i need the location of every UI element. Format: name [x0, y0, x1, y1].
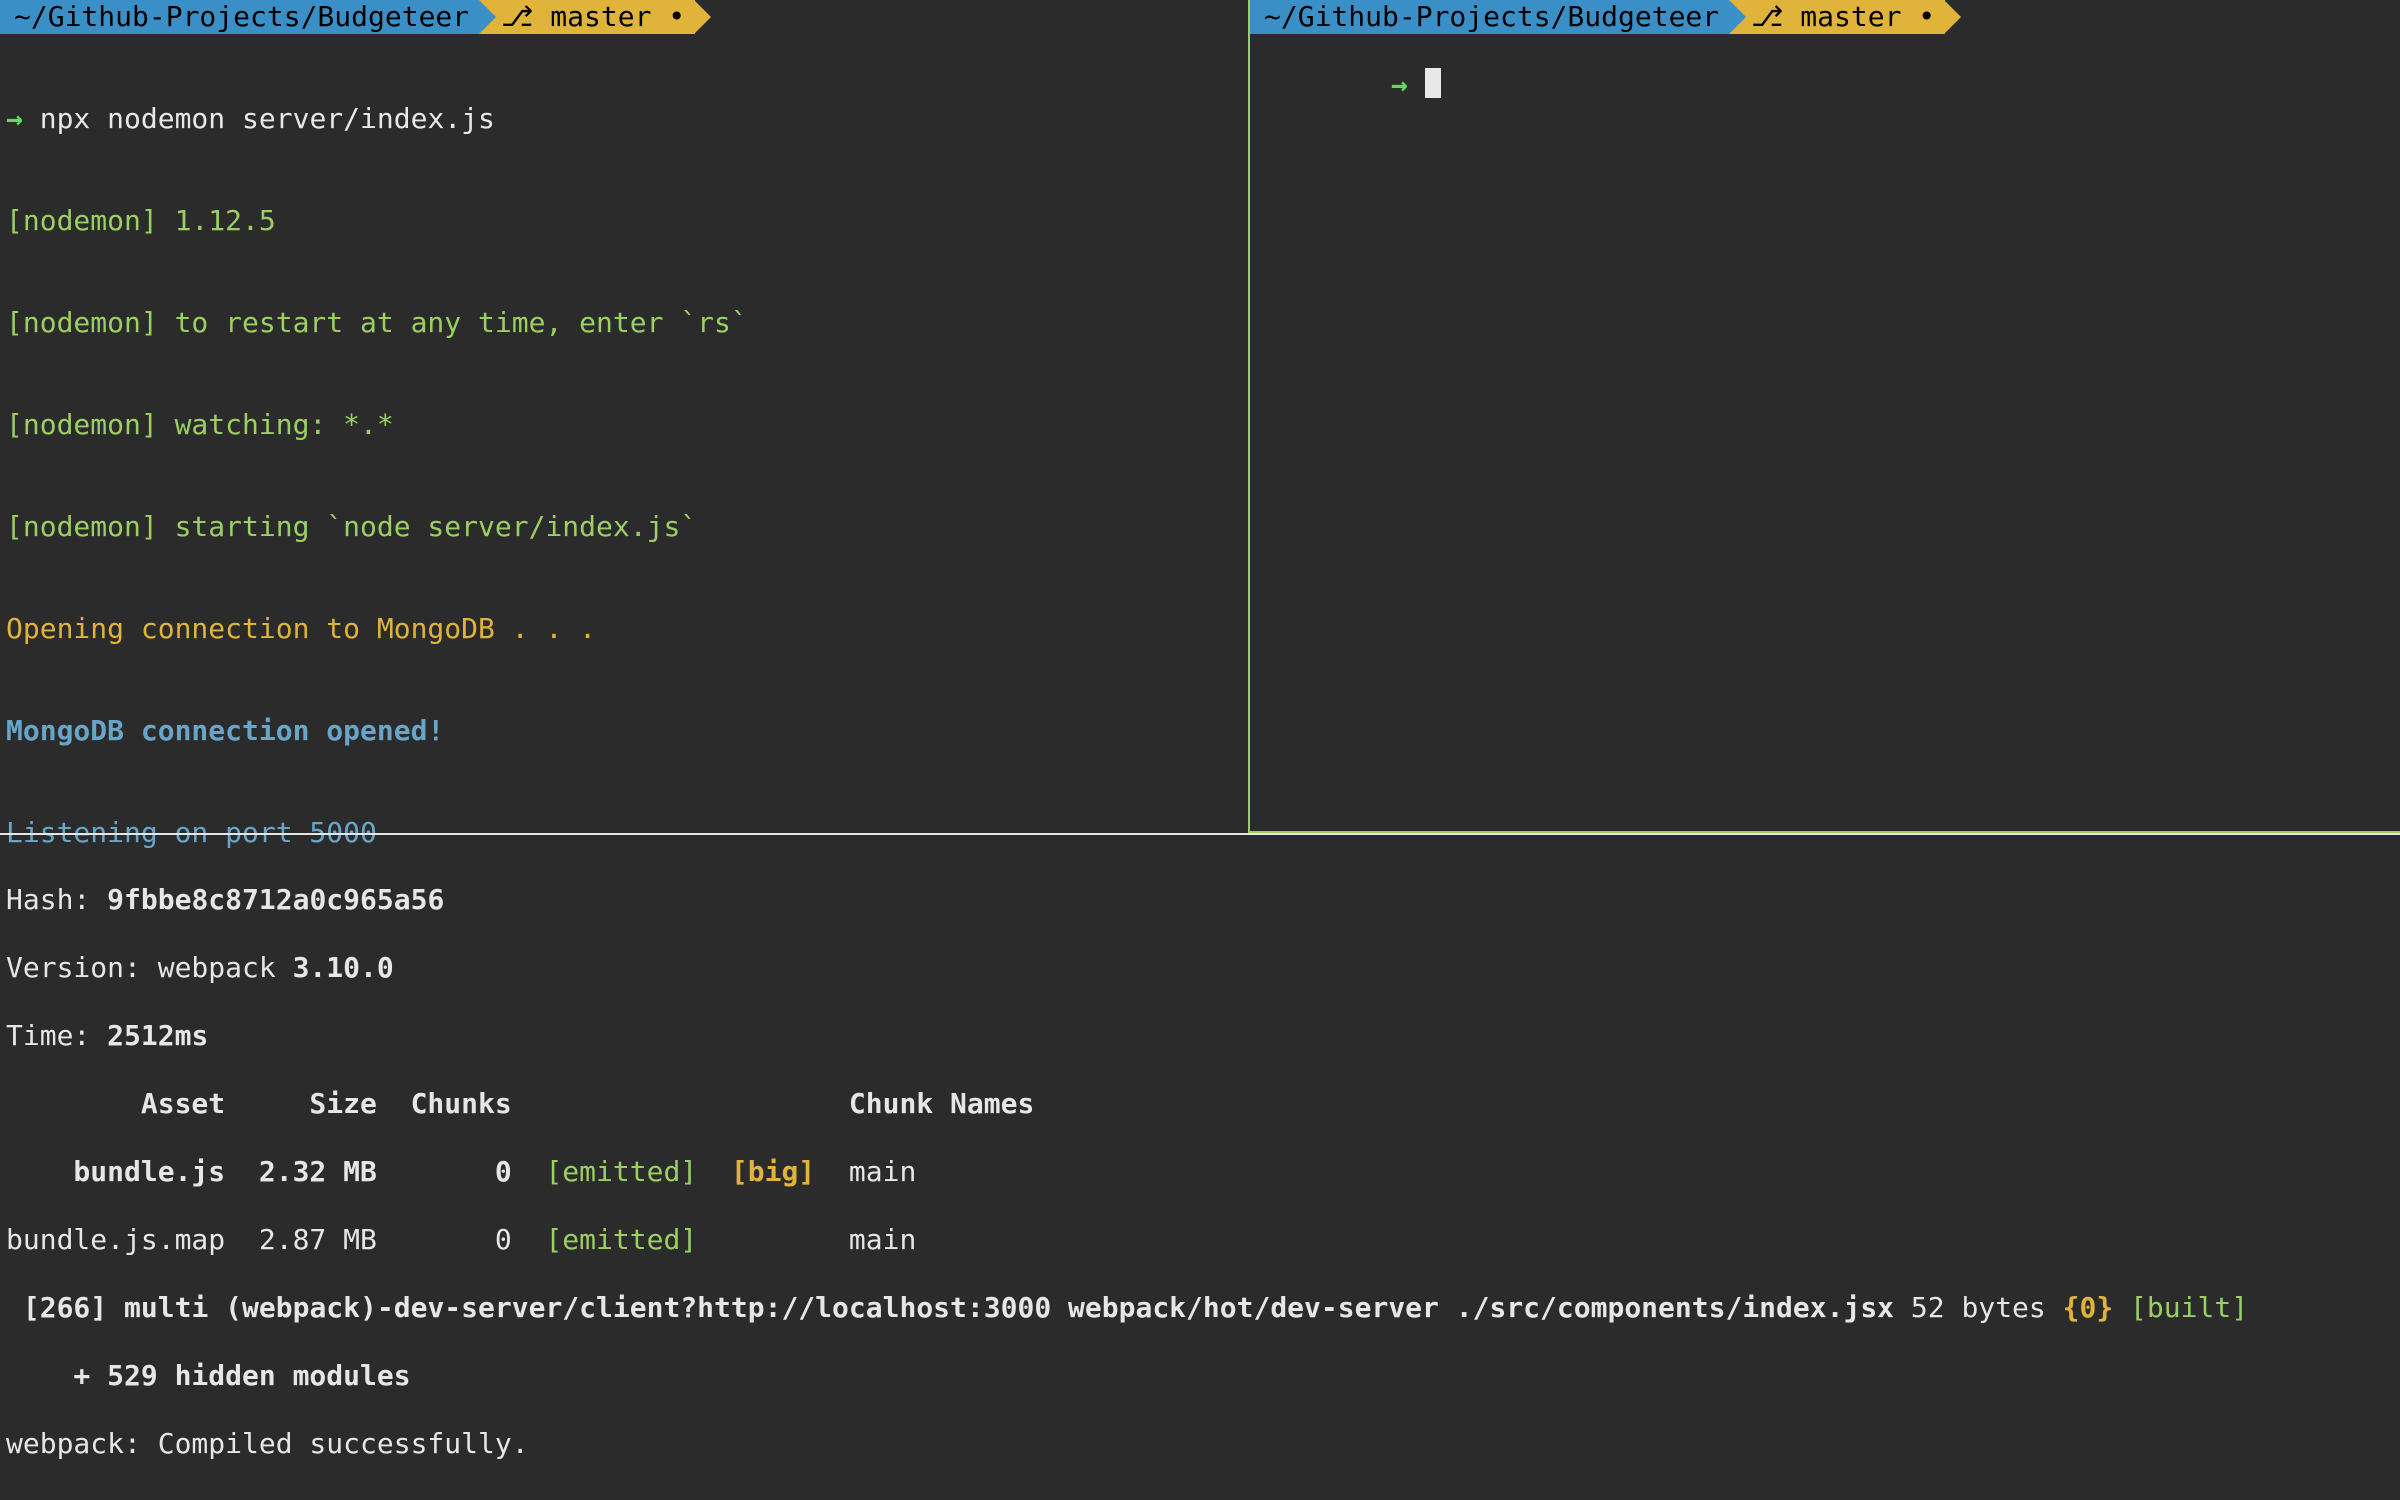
output-line: MongoDB connection opened! [6, 714, 1242, 748]
git-branch-name: master [1800, 0, 1901, 34]
webpack-success: webpack: Compiled successfully. [6, 1427, 2394, 1461]
prompt-arrow-icon [1944, 0, 1961, 34]
webpack-output: Hash: 9fbbe8c8712a0c965a56 Version: webp… [0, 849, 2400, 1500]
terminal-right-input[interactable]: → [1250, 34, 2400, 136]
pane-left[interactable]: ~/Github-Projects/Budgeteer ⎇ master • →… [0, 0, 1248, 833]
prompt-arrow-icon [694, 0, 711, 34]
command-line: → npx nodemon server/index.js [6, 102, 1242, 136]
webpack-table-header: Asset Size Chunks Chunk Names [6, 1087, 2394, 1121]
shell-prompt-right: ~/Github-Projects/Budgeteer ⎇ master • [1250, 0, 2400, 34]
webpack-time-line: Time: 2512ms [6, 1019, 2394, 1053]
output-line: [nodemon] to restart at any time, enter … [6, 306, 1242, 340]
output-line: [nodemon] starting `node server/index.js… [6, 510, 1242, 544]
prompt-arrow-glyph: → [1391, 68, 1425, 101]
output-line: [nodemon] watching: *.* [6, 408, 1242, 442]
git-branch-name: master [550, 0, 651, 34]
webpack-hidden-modules: + 529 hidden modules [6, 1359, 2394, 1393]
webpack-version-line: Version: webpack 3.10.0 [6, 951, 2394, 985]
git-branch-icon: ⎇ [493, 0, 533, 34]
webpack-hash: 9fbbe8c8712a0c965a56 [107, 883, 444, 916]
git-dirty: • [668, 0, 685, 34]
prompt-arrow-glyph: → [6, 102, 40, 135]
git-branch [533, 0, 550, 34]
shell-prompt-left: ~/Github-Projects/Budgeteer ⎇ master • [0, 0, 1248, 34]
webpack-hash-line: Hash: 9fbbe8c8712a0c965a56 [6, 883, 2394, 917]
git-dirty-dot [651, 0, 668, 34]
git-dirty: • [1918, 0, 1935, 34]
prompt-git-segment: ⎇ master • [1729, 0, 1945, 34]
pane-bottom[interactable]: Hash: 9fbbe8c8712a0c965a56 Version: webp… [0, 833, 2400, 1500]
prompt-path-segment: ~/Github-Projects/Budgeteer [0, 0, 479, 34]
output-line: Opening connection to MongoDB . . . [6, 612, 1242, 646]
prompt-git-segment: ⎇ master • [479, 0, 695, 34]
webpack-entry-line: [266] multi (webpack)-dev-server/client?… [6, 1291, 2394, 1325]
webpack-version: 3.10.0 [293, 951, 394, 984]
git-branch-icon: ⎇ [1743, 0, 1783, 34]
webpack-asset-row: bundle.js 2.32 MB 0 [emitted] [big] main [6, 1155, 2394, 1189]
pane-right[interactable]: ~/Github-Projects/Budgeteer ⎇ master • → [1248, 0, 2400, 833]
webpack-time: 2512ms [107, 1019, 208, 1052]
prompt-path: ~/Github-Projects/Budgeteer [14, 0, 469, 34]
prompt-path-segment: ~/Github-Projects/Budgeteer [1250, 0, 1729, 34]
webpack-asset-row: bundle.js.map 2.87 MB 0 [emitted] main [6, 1223, 2394, 1257]
cursor [1425, 68, 1441, 98]
typed-command: npx nodemon server/index.js [40, 102, 495, 135]
prompt-path: ~/Github-Projects/Budgeteer [1264, 0, 1719, 34]
output-line: [nodemon] 1.12.5 [6, 204, 1242, 238]
terminal-left-output[interactable]: → npx nodemon server/index.js [nodemon] … [0, 34, 1248, 918]
